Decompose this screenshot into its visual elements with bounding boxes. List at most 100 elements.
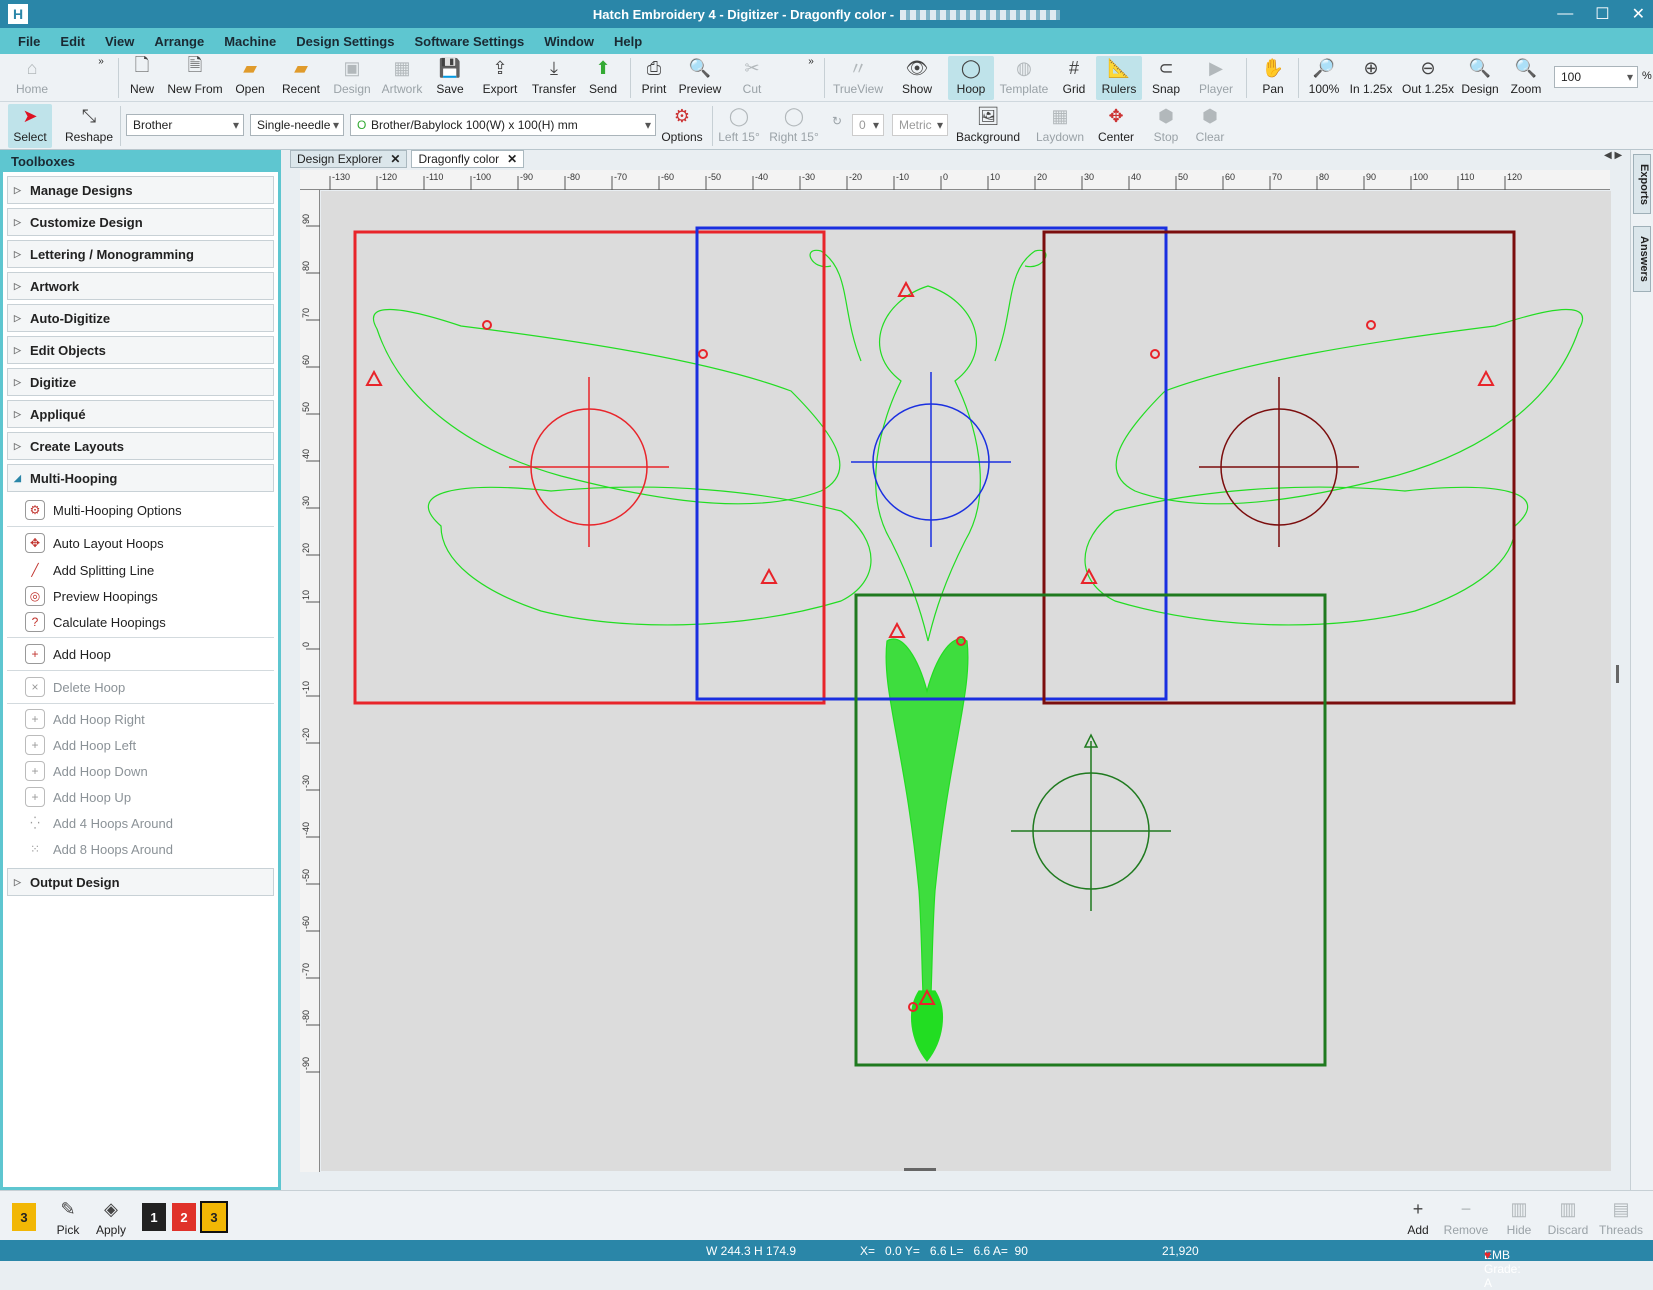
print-button[interactable]: ⎙ Print — [636, 56, 672, 97]
export-button[interactable]: ⇪ Export — [478, 56, 522, 97]
tab-design-explorer[interactable]: Design Explorer ✕ — [290, 150, 408, 168]
exports-tab[interactable]: Exports — [1633, 154, 1651, 214]
collapse-icon-2[interactable]: » — [804, 56, 818, 67]
palette-color-1[interactable]: 1 — [142, 1203, 166, 1231]
pick-button[interactable]: ✎ Pick — [52, 1197, 84, 1238]
zoom-input[interactable]: 100 — [1554, 66, 1638, 88]
calculate-hoopings-item[interactable]: ? Calculate Hoopings — [25, 609, 278, 635]
menu-window[interactable]: Window — [544, 34, 594, 49]
multi-hooping-options-item[interactable]: ⚙ Multi-Hooping Options — [25, 496, 278, 524]
new-from-button[interactable]: 🗎 New From — [166, 55, 224, 96]
menu-machine[interactable]: Machine — [224, 34, 276, 49]
zoom-out-button[interactable]: ⊖ Out 1.25x — [1400, 56, 1456, 97]
preview-button[interactable]: 🔍 Preview — [676, 56, 724, 97]
new-button[interactable]: 🗋 New — [124, 55, 160, 96]
zoom-100-button[interactable]: 🔎 100% — [1304, 56, 1344, 97]
expand-icon: ▷ — [14, 184, 21, 195]
save-button[interactable]: 💾 Save — [432, 56, 468, 97]
background-button[interactable]: 🖼 Background — [954, 104, 1022, 145]
ruler-icon: 📐 — [1107, 57, 1131, 78]
menu-help[interactable]: Help — [614, 34, 642, 49]
minimize-button[interactable]: — — [1557, 5, 1573, 23]
center-button[interactable]: ✥ Center — [1094, 104, 1138, 145]
expand-icon: ▷ — [14, 876, 21, 887]
status-bar: W 244.3 H 174.9 X= 0.0 Y= 6.6 L= 6.6 A= … — [0, 1240, 1653, 1290]
menu-design-settings[interactable]: Design Settings — [296, 34, 394, 49]
show-button[interactable]: 👁 Show — [894, 56, 940, 97]
folder-icon: ▰ — [243, 57, 257, 78]
palette-color-3[interactable]: 3 — [200, 1201, 228, 1233]
menu-software-settings[interactable]: Software Settings — [414, 34, 524, 49]
section-output-design[interactable]: ▷ Output Design — [7, 868, 274, 896]
zoom-design-button[interactable]: 🔍 Design — [1458, 56, 1502, 97]
answers-tab[interactable]: Answers — [1633, 226, 1651, 292]
grid-icon: # — [1068, 57, 1079, 78]
transfer-button[interactable]: ⤓ Transfer — [530, 56, 578, 97]
machine-brand-select[interactable]: Brother — [126, 114, 244, 136]
add-color-button[interactable]: + Add — [1400, 1197, 1436, 1238]
zoom-in-button[interactable]: ⊕ In 1.25x — [1348, 56, 1394, 97]
section-artwork[interactable]: ▷ Artwork — [7, 272, 274, 300]
section-digitize[interactable]: ▷ Digitize — [7, 368, 274, 396]
pan-button[interactable]: ✋ Pan — [1256, 56, 1290, 97]
preview-hoopings-item[interactable]: ◎ Preview Hoopings — [25, 583, 278, 609]
close-tab-icon[interactable]: ✕ — [390, 152, 400, 166]
menu-view[interactable]: View — [105, 34, 134, 49]
collapse-icon: ◢ — [14, 472, 21, 483]
section-auto-digitize[interactable]: ▷ Auto-Digitize — [7, 304, 274, 332]
select-button[interactable]: ➤ Select — [8, 104, 52, 148]
add-hoop-item[interactable]: + Add Hoop — [25, 640, 278, 668]
home-button[interactable]: ⌂ Home — [8, 56, 56, 97]
open-button[interactable]: ▰ Open — [230, 56, 270, 97]
transfer-icon: ⤓ — [550, 57, 558, 78]
snap-button[interactable]: ⊂ Snap — [1146, 56, 1186, 97]
vertical-ruler: 90 80 70 60 50 40 30 20 10 0 -10 -20 -30 -40 -50 -60 -70… — [300, 190, 320, 1172]
section-lettering[interactable]: ▷ Lettering / Monogramming — [7, 240, 274, 268]
hoop-select[interactable]: O Brother/Babylock 100(W) x 100(H) mm — [350, 114, 656, 136]
section-edit-objects[interactable]: ▷ Edit Objects — [7, 336, 274, 364]
section-manage-designs[interactable]: ▷ Manage Designs — [7, 176, 274, 204]
add-splitting-line-item[interactable]: ╱ Add Splitting Line — [25, 557, 278, 583]
send-button[interactable]: ⬆ Send — [584, 56, 622, 97]
zoom-100-icon: 🔎 — [1312, 57, 1336, 78]
vertical-scroll-handle[interactable] — [1616, 665, 1619, 683]
close-tab-icon[interactable]: ✕ — [507, 152, 517, 166]
horizontal-scroll-handle[interactable] — [904, 1168, 936, 1171]
ruler-label: -110 — [426, 172, 443, 182]
section-customize-design[interactable]: ▷ Customize Design — [7, 208, 274, 236]
grid-button[interactable]: # Grid — [1056, 56, 1092, 97]
rulers-button[interactable]: 📐 Rulers — [1096, 56, 1142, 100]
ruler-label: 80 — [1319, 172, 1329, 182]
reshape-button[interactable]: ⤡ Reshape — [64, 104, 114, 145]
needle-select[interactable]: Single-needle — [250, 114, 344, 136]
heart-icon: ♥ — [1484, 1248, 1492, 1262]
hoop-options-button[interactable]: ⚙ Options — [658, 104, 706, 145]
apply-button[interactable]: ◈ Apply — [92, 1197, 130, 1238]
menu-edit[interactable]: Edit — [60, 34, 85, 49]
menu-file[interactable]: File — [18, 34, 40, 49]
main-toolbar: ⌂ Home » 🗋 New 🗎 New From ▰ Open ▰ Recent ▣ De… — [0, 54, 1653, 102]
collapse-icon[interactable]: » — [94, 56, 108, 67]
current-color-swatch[interactable]: 3 — [12, 1203, 36, 1231]
tab-scroll-icon[interactable]: ◀ ▶ — [1604, 150, 1622, 161]
add-hoop-left-item: + Add Hoop Left — [25, 732, 278, 758]
section-create-layouts[interactable]: ▷ Create Layouts — [7, 432, 274, 460]
tab-dragonfly-color[interactable]: Dragonfly color ✕ — [411, 150, 525, 168]
template-icon: ◍ — [1016, 57, 1032, 78]
maximize-button[interactable]: ☐ — [1595, 4, 1609, 24]
hoop-button[interactable]: ◯ Hoop — [948, 56, 994, 100]
menu-arrange[interactable]: Arrange — [154, 34, 204, 49]
section-multi-hooping[interactable]: ◢ Multi-Hooping — [7, 464, 274, 492]
palette-color-2[interactable]: 2 — [172, 1203, 196, 1231]
ruler-label: -90 — [520, 172, 533, 182]
hoop-small-icon: O — [357, 118, 367, 132]
recent-button[interactable]: ▰ Recent — [276, 56, 326, 97]
design-canvas[interactable] — [321, 191, 1611, 1171]
auto-layout-hoops-item[interactable]: ✥ Auto Layout Hoops — [25, 529, 278, 557]
expand-icon: ▷ — [14, 280, 21, 291]
close-button[interactable]: ✕ — [1632, 4, 1645, 24]
section-applique[interactable]: ▷ Appliqué — [7, 400, 274, 428]
rotate-icon: ↻ — [831, 114, 843, 128]
title-bar: H Hatch Embroidery 4 - Digitizer - Drago… — [0, 0, 1653, 28]
zoom-button[interactable]: 🔍 Zoom — [1506, 56, 1546, 97]
